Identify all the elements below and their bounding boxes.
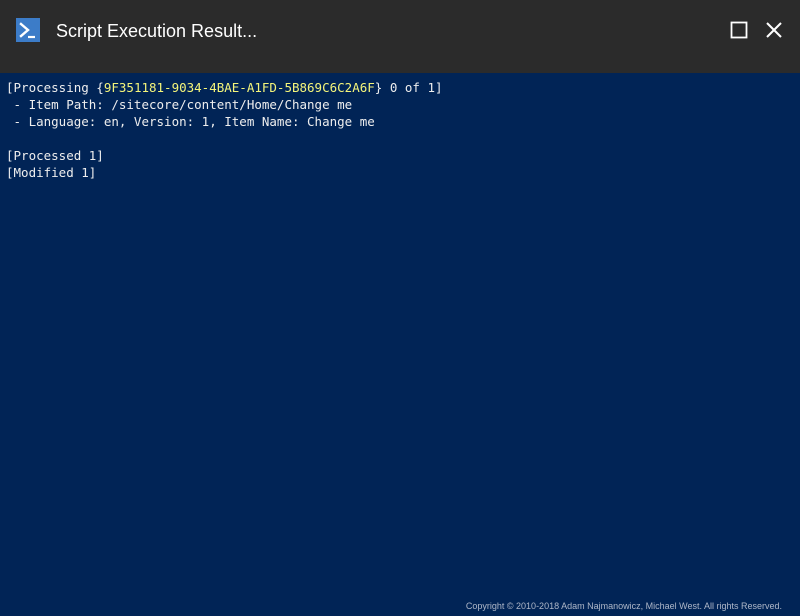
- console-line: [Processed 1]: [6, 148, 104, 163]
- script-execution-window: Script Execution Result... [Processing {…: [0, 0, 800, 616]
- close-icon: [766, 22, 782, 38]
- window-title: Script Execution Result...: [56, 21, 258, 41]
- console-line: - Item Path: /sitecore/content/Home/Chan…: [6, 97, 353, 112]
- console-text: [Processing {: [6, 80, 104, 95]
- console-output[interactable]: [Processing {9F351181-9034-4BAE-A1FD-5B8…: [0, 73, 800, 593]
- powershell-icon: [16, 18, 40, 42]
- close-button[interactable]: [763, 19, 785, 41]
- title-bar: Script Execution Result...: [0, 0, 800, 73]
- item-guid: 9F351181-9034-4BAE-A1FD-5B869C6C2A6F: [103, 80, 375, 95]
- copyright-footer: Copyright © 2010-2018 Adam Najmanowicz, …: [465, 601, 782, 611]
- maximize-icon: [730, 21, 748, 39]
- maximize-button[interactable]: [728, 19, 750, 41]
- console-line: - Language: en, Version: 1, Item Name: C…: [6, 114, 375, 129]
- console-text: } 0 of 1]: [374, 80, 443, 95]
- console-line: [Processing {9F351181-9034-4BAE-A1FD-5B8…: [6, 79, 800, 96]
- console-line: [Modified 1]: [6, 165, 97, 180]
